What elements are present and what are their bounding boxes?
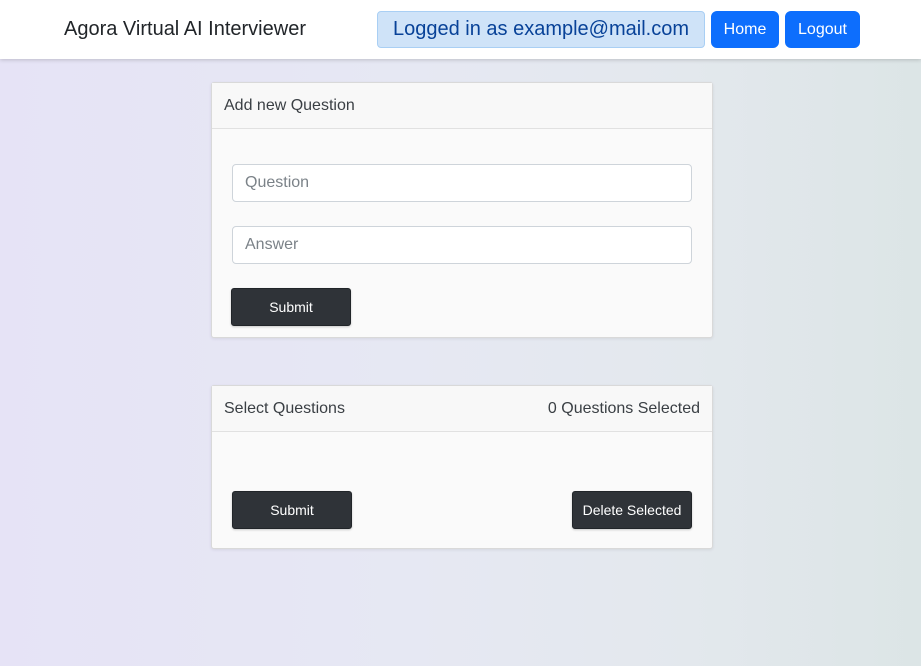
select-questions-header: Select Questions 0 Questions Selected <box>212 386 712 432</box>
delete-selected-button[interactable]: Delete Selected <box>572 491 692 529</box>
add-question-header: Add new Question <box>212 83 712 129</box>
login-status-badge: Logged in as example@mail.com <box>377 11 705 48</box>
add-question-submit-button[interactable]: Submit <box>231 288 351 326</box>
question-input[interactable] <box>232 164 692 202</box>
select-questions-title: Select Questions <box>224 400 345 417</box>
select-questions-card: Select Questions 0 Questions Selected Su… <box>211 385 713 549</box>
answer-input[interactable] <box>232 226 692 264</box>
home-button[interactable]: Home <box>711 11 779 48</box>
selected-count-label: 0 Questions Selected <box>547 400 700 417</box>
add-question-title: Add new Question <box>224 97 355 114</box>
app-brand[interactable]: Agora Virtual AI Interviewer <box>64 17 306 41</box>
add-question-card: Add new Question Submit <box>211 82 713 338</box>
top-navbar: Agora Virtual AI Interviewer Logged in a… <box>0 0 921 59</box>
select-questions-submit-button[interactable]: Submit <box>232 491 352 529</box>
logout-button[interactable]: Logout <box>785 11 860 48</box>
